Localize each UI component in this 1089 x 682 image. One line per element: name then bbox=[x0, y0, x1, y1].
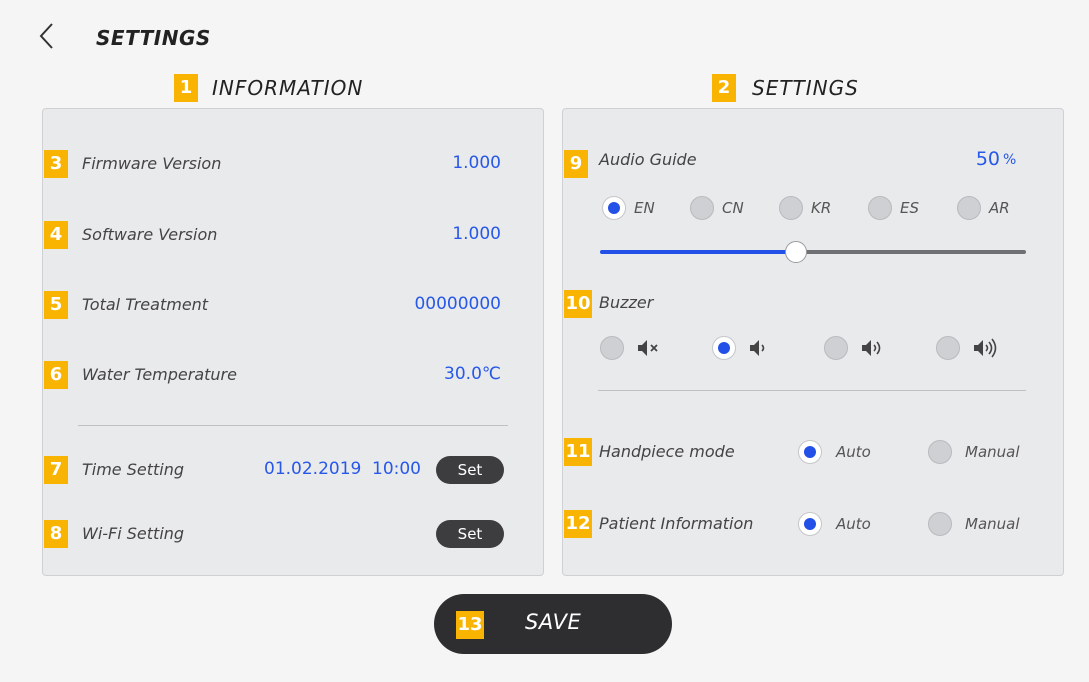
settings-heading: SETTINGS bbox=[752, 76, 859, 100]
firmware-version-label: Firmware Version bbox=[82, 154, 222, 173]
language-radio-ar[interactable] bbox=[957, 196, 981, 220]
speaker-high-icon bbox=[972, 337, 998, 359]
settings-screen: SETTINGS 1 INFORMATION 2 SETTINGS 3 Firm… bbox=[0, 0, 1089, 682]
total-treatment-value: 00000000 bbox=[414, 294, 501, 314]
patient-radio-manual[interactable] bbox=[928, 512, 952, 536]
page-title: SETTINGS bbox=[96, 26, 211, 50]
time-setting-label: Time Setting bbox=[82, 460, 185, 479]
divider bbox=[78, 425, 508, 426]
badge: 5 bbox=[44, 291, 68, 319]
time-set-button[interactable]: Set bbox=[436, 456, 504, 484]
badge: 6 bbox=[44, 361, 68, 389]
buzzer-radio-mute[interactable] bbox=[600, 336, 624, 360]
wifi-setting-label: Wi-Fi Setting bbox=[82, 524, 185, 543]
buzzer-radio-high[interactable] bbox=[936, 336, 960, 360]
speaker-low-icon bbox=[748, 337, 774, 359]
badge: 12 bbox=[564, 510, 592, 538]
handpiece-radio-manual[interactable] bbox=[928, 440, 952, 464]
wifi-set-button[interactable]: Set bbox=[436, 520, 504, 548]
buzzer-radio-medium[interactable] bbox=[824, 336, 848, 360]
information-panel bbox=[42, 108, 544, 576]
volume-slider-track bbox=[796, 250, 1026, 254]
volume-slider-knob[interactable] bbox=[785, 241, 807, 263]
audio-guide-label: Audio Guide bbox=[599, 150, 697, 169]
language-label-cn: CN bbox=[722, 199, 744, 217]
badge: 1 bbox=[174, 74, 198, 102]
software-version-label: Software Version bbox=[82, 225, 218, 244]
information-heading: INFORMATION bbox=[212, 76, 364, 100]
total-treatment-label: Total Treatment bbox=[82, 295, 209, 314]
water-temperature-value: 30.0℃ bbox=[444, 364, 501, 384]
patient-radio-auto[interactable] bbox=[798, 512, 822, 536]
speaker-medium-icon bbox=[860, 337, 886, 359]
patient-auto-label: Auto bbox=[836, 515, 871, 533]
badge: 2 bbox=[712, 74, 736, 102]
firmware-version-value: 1.000 bbox=[452, 153, 501, 173]
water-temperature-label: Water Temperature bbox=[82, 365, 237, 384]
volume-slider[interactable] bbox=[600, 240, 1026, 264]
handpiece-manual-label: Manual bbox=[965, 443, 1020, 461]
badge: 9 bbox=[564, 150, 588, 178]
time-setting-time: 10:00 bbox=[372, 459, 421, 479]
badge: 4 bbox=[44, 221, 68, 249]
handpiece-auto-label: Auto bbox=[836, 443, 871, 461]
badge: 11 bbox=[564, 438, 592, 466]
save-button-label: SAVE bbox=[525, 610, 582, 634]
speaker-mute-icon bbox=[636, 337, 662, 359]
language-radio-en[interactable] bbox=[602, 196, 626, 220]
handpiece-radio-auto[interactable] bbox=[798, 440, 822, 464]
back-arrow-icon[interactable] bbox=[36, 22, 58, 50]
language-radio-cn[interactable] bbox=[690, 196, 714, 220]
language-label-kr: KR bbox=[811, 199, 832, 217]
language-radio-kr[interactable] bbox=[779, 196, 803, 220]
badge: 10 bbox=[564, 290, 592, 318]
software-version-value: 1.000 bbox=[452, 224, 501, 244]
volume-value: 50 bbox=[975, 148, 1000, 170]
badge: 8 bbox=[44, 520, 68, 548]
time-setting-date: 01.02.2019 bbox=[264, 459, 362, 479]
buzzer-label: Buzzer bbox=[599, 293, 654, 312]
volume-slider-fill bbox=[600, 250, 796, 254]
badge: 7 bbox=[44, 456, 68, 484]
buzzer-radio-low[interactable] bbox=[712, 336, 736, 360]
badge: 13 bbox=[456, 611, 484, 639]
handpiece-mode-label: Handpiece mode bbox=[599, 442, 735, 461]
patient-manual-label: Manual bbox=[965, 515, 1020, 533]
language-label-ar: AR bbox=[989, 199, 1010, 217]
language-label-en: EN bbox=[634, 199, 655, 217]
volume-unit: % bbox=[1003, 152, 1017, 168]
badge: 3 bbox=[44, 150, 68, 178]
patient-information-label: Patient Information bbox=[599, 514, 754, 533]
divider bbox=[598, 390, 1026, 391]
language-radio-es[interactable] bbox=[868, 196, 892, 220]
language-label-es: ES bbox=[900, 199, 919, 217]
